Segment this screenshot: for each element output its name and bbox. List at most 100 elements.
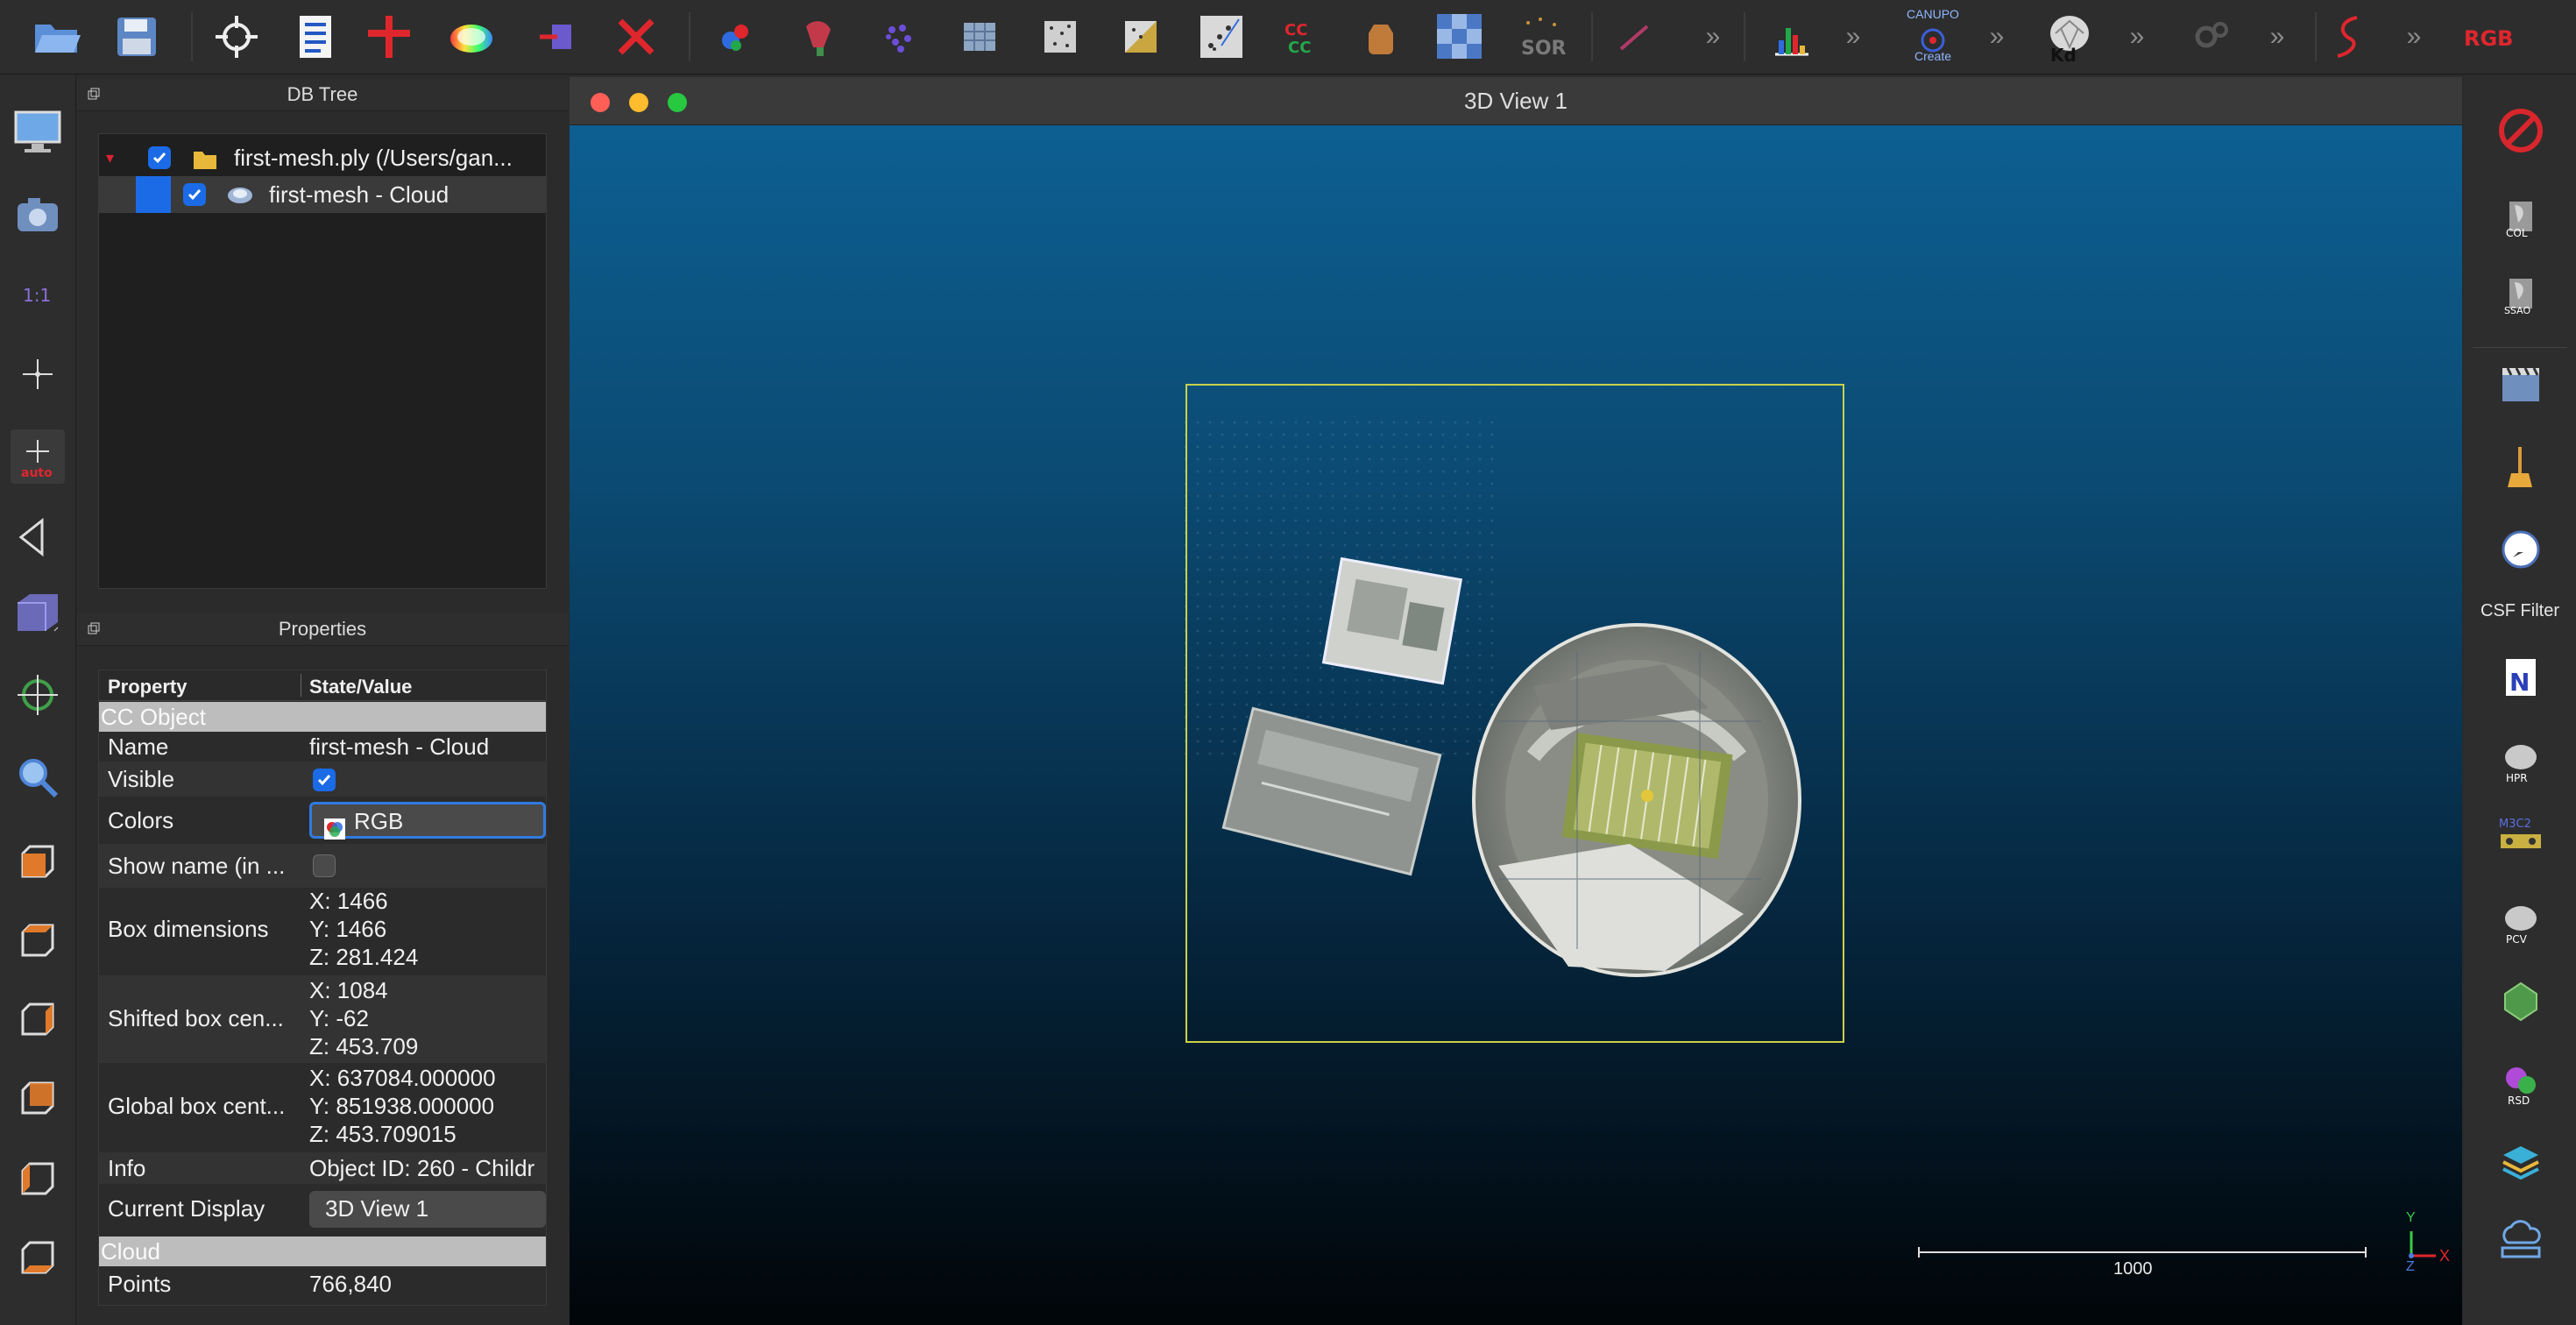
ssao-shader-icon[interactable]: SSAO xyxy=(2497,270,2544,317)
svg-text:N: N xyxy=(2509,668,2530,697)
brush-icon[interactable] xyxy=(1609,11,1661,63)
rgb-icon[interactable]: RGB xyxy=(2462,11,2515,63)
csf-filter-label[interactable]: CSF Filter xyxy=(2464,601,2576,621)
toolbar-expand-chevron-6[interactable]: » xyxy=(2401,24,2427,50)
svg-text:RSD: RSD xyxy=(2508,1095,2530,1107)
3d-viewport[interactable]: 1000 Y X Z xyxy=(570,125,2462,1325)
folder-icon xyxy=(192,145,218,169)
section-cloud: Cloud xyxy=(99,1236,546,1266)
tree-item-label: first-mesh.ply (/Users/gan... xyxy=(234,145,513,171)
zoom-icon[interactable] xyxy=(11,750,65,804)
scale-1to1-icon[interactable]: 1:1 xyxy=(11,266,65,321)
rotation-center-icon[interactable] xyxy=(11,668,65,722)
open-folder-icon[interactable] xyxy=(30,11,82,63)
left-toolbar: 1:1 auto xyxy=(0,75,76,1325)
slice-icon[interactable] xyxy=(1115,11,1167,63)
view-bottom-icon[interactable] xyxy=(11,1230,65,1285)
delete-icon[interactable] xyxy=(610,11,662,63)
export-icon[interactable] xyxy=(533,11,585,63)
toolbar-expand-chevron-3[interactable]: » xyxy=(1984,24,2010,50)
tree-item-checkbox[interactable] xyxy=(148,146,171,169)
column-property: Property xyxy=(108,676,188,698)
add-cross-icon[interactable] xyxy=(363,11,415,63)
col-shader-icon[interactable]: COL xyxy=(2497,193,2544,240)
layers-icon[interactable] xyxy=(2497,1139,2544,1187)
colors-dropdown[interactable]: RGB xyxy=(309,802,546,840)
svg-text:1:1: 1:1 xyxy=(23,285,51,306)
cube-view-icon[interactable] xyxy=(11,587,65,641)
display-dropdown[interactable]: 3D View 1 xyxy=(309,1191,546,1228)
pcv-icon[interactable]: PCV xyxy=(2497,899,2544,946)
axis-y-label: Y xyxy=(2406,1210,2416,1225)
checker-icon[interactable] xyxy=(1433,11,1486,63)
kd-tree-icon[interactable]: Kd xyxy=(2043,11,2096,63)
view-front-icon[interactable] xyxy=(11,834,65,889)
pivot-icon[interactable] xyxy=(11,347,65,401)
view-top-icon[interactable] xyxy=(11,913,65,967)
histogram-icon[interactable] xyxy=(1765,11,1817,63)
float-panel-icon[interactable] xyxy=(88,622,100,634)
pick-point-icon[interactable] xyxy=(210,11,263,63)
dbtree-title: DB Tree xyxy=(77,79,568,111)
showname-checkbox[interactable] xyxy=(313,854,336,877)
toolbar-expand-chevron-4[interactable]: » xyxy=(2124,24,2150,50)
view-back-icon[interactable] xyxy=(11,1071,65,1125)
tree-item-checkbox[interactable] xyxy=(183,183,206,206)
prop-showname-row: Show name (in ... xyxy=(99,844,546,888)
scale-bar-label: 1000 xyxy=(2113,1259,2153,1279)
view-right-icon[interactable] xyxy=(11,1151,65,1206)
rgb-cloud-icon[interactable] xyxy=(445,11,498,63)
camera-icon[interactable] xyxy=(11,188,65,242)
polyhedron-icon[interactable] xyxy=(2497,978,2544,1025)
sor-icon[interactable]: SOR xyxy=(1516,11,1568,63)
toolbar-expand-chevron-5[interactable]: » xyxy=(2264,24,2290,50)
hpr-icon[interactable]: HPR xyxy=(2497,738,2544,785)
tree-item-cloud[interactable]: first-mesh - Cloud xyxy=(99,176,546,213)
visible-checkbox[interactable] xyxy=(313,769,336,791)
normal-icon[interactable]: N xyxy=(2497,654,2544,701)
noise-icon[interactable] xyxy=(1034,11,1086,63)
maximize-window-button[interactable] xyxy=(668,93,687,112)
toolbar-expand-chevron-2[interactable]: » xyxy=(1840,24,1866,50)
building-small xyxy=(1321,556,1463,685)
float-panel-icon[interactable] xyxy=(88,88,100,100)
sample-icon[interactable] xyxy=(873,11,925,63)
view-titlebar: 3D View 1 xyxy=(570,77,2462,125)
scatter-icon[interactable] xyxy=(1195,11,1248,63)
toolbar-expand-chevron-1[interactable]: » xyxy=(1700,24,1726,50)
rsd-icon[interactable]: RSD xyxy=(2497,1060,2544,1108)
right-toolbar: COL SSAO CSF Filter N HPR M3C2 PCV RSD xyxy=(2464,75,2576,1325)
save-icon[interactable] xyxy=(110,11,163,63)
list-icon[interactable] xyxy=(289,11,342,63)
view-left-icon[interactable] xyxy=(11,992,65,1046)
colors-value: RGB xyxy=(354,808,404,834)
display-value: 3D View 1 xyxy=(325,1195,429,1222)
cloud-measure-icon[interactable] xyxy=(2497,1215,2544,1262)
compass-icon[interactable] xyxy=(2497,526,2544,573)
column-value: State/Value xyxy=(309,676,413,698)
close-window-button[interactable] xyxy=(591,93,610,112)
tree-item-mesh-file[interactable]: ▾ first-mesh.ply (/Users/gan... xyxy=(99,139,546,176)
stop-icon[interactable] xyxy=(2497,107,2544,154)
filter-icon[interactable] xyxy=(794,11,846,63)
animation-icon[interactable] xyxy=(2497,361,2544,408)
compare-icon[interactable]: CC CC xyxy=(1276,11,1328,63)
curve-icon[interactable] xyxy=(2322,11,2374,63)
collapse-arrow-icon[interactable]: ▾ xyxy=(106,139,114,176)
grid-icon[interactable] xyxy=(953,11,1006,63)
perspective-icon[interactable] xyxy=(11,510,65,564)
display-icon[interactable] xyxy=(11,105,65,159)
svg-text:SSAO: SSAO xyxy=(2504,305,2531,316)
merge-icon[interactable] xyxy=(710,11,762,63)
minimize-window-button[interactable] xyxy=(629,93,648,112)
axis-x-label: X xyxy=(2439,1247,2451,1265)
auto-pivot-icon[interactable]: auto xyxy=(11,429,65,484)
name-value[interactable]: first-mesh - Cloud xyxy=(309,732,546,762)
broom-icon[interactable] xyxy=(2497,443,2544,491)
properties-title: Properties xyxy=(77,613,568,646)
m3c2-icon[interactable]: M3C2 xyxy=(2497,813,2544,861)
settings-icon[interactable] xyxy=(2185,11,2238,63)
potion-icon[interactable] xyxy=(1355,11,1407,63)
prop-info-row: Info Object ID: 260 - Childr xyxy=(99,1152,546,1184)
svg-text:SOR: SOR xyxy=(1521,38,1567,60)
